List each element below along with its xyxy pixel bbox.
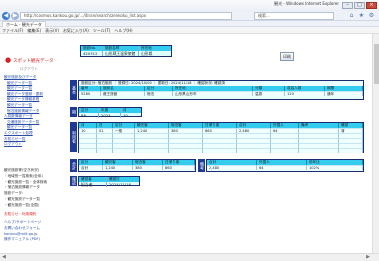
- sidebar-notice: お知らせ・利用規約: [4, 212, 60, 218]
- usage-cell[interactable]: [169, 148, 203, 153]
- usage-cell[interactable]: [135, 148, 169, 153]
- total-block-left: 区分 観光客 宿泊客 日帰り客 合計 1,240 380 860: [78, 159, 196, 172]
- page-content: ● スポット観光データ ログアウト 観光施設及びデータ 観光データ一覧 観光デー…: [0, 34, 372, 253]
- info-grid: 番号 施設名 区分 所在地 分類 収容人数 期間 5280 蔵王旅館 宿泊 山形…: [79, 86, 363, 96]
- table-side-label: 利用者: [70, 122, 77, 152]
- scroll-left-icon[interactable]: ◀: [2, 254, 6, 261]
- facility-header: 施設No. 施設名称 所在地 420312 山形蔵王温泉旅館 山形県: [80, 45, 172, 57]
- usage-cell[interactable]: [271, 148, 299, 153]
- notice-link[interactable]: お知らせ・利用規約: [4, 212, 60, 218]
- total-grid-right: 合計 外国人 前年比 2,480 64 102%: [207, 160, 363, 170]
- menu-help[interactable]: ヘルプ(H): [114, 27, 132, 33]
- sidebar-help: ヘルプ/サポートページ お問い合わせフォーム kankou@mlit.go.jp…: [4, 220, 60, 243]
- usage-cell[interactable]: [113, 148, 135, 153]
- info-side-label: 基本: [70, 80, 77, 100]
- home-icon[interactable]: ⌂: [348, 12, 355, 19]
- maximize-icon[interactable]: □: [354, 2, 365, 9]
- main-panel: 施設No. 施設名称 所在地 420312 山形蔵王温泉旅館 山形県 印刷 基本…: [62, 38, 370, 253]
- print-button[interactable]: 印刷: [280, 52, 294, 61]
- usage-cell[interactable]: [203, 148, 237, 153]
- star-icon[interactable]: ★: [358, 12, 365, 19]
- confirm-values: 担当者 2024/11/18: [81, 182, 131, 187]
- menu-favorites[interactable]: お気に入り(A): [63, 27, 89, 33]
- back-icon[interactable]: ◀: [2, 12, 10, 20]
- menu-tools[interactable]: ツール(T): [93, 27, 111, 33]
- sidebar: ● スポット観光データ ログアウト 観光施設及びデータ 観光データ一覧 観光デー…: [0, 34, 60, 253]
- scroll-thumb[interactable]: [374, 44, 379, 84]
- usage-cell[interactable]: [237, 148, 271, 153]
- menu-view[interactable]: 表示(V): [45, 27, 59, 33]
- usage-cell[interactable]: [299, 148, 339, 153]
- help-link[interactable]: 操作マニュアル (PDF): [4, 237, 60, 243]
- remarks-side-label: 備考: [198, 159, 205, 172]
- navigation-bar: ◀ ▶ http://cosmos.kankou.go.jp/.../itira…: [0, 11, 379, 21]
- vertical-scrollbar[interactable]: [372, 34, 379, 253]
- info-block: 施設区分: 宿泊施設 ｜ 登録日: 2024/10/05 ｜ 更新日: 2024…: [78, 80, 364, 100]
- gear-icon[interactable]: ⚙: [368, 12, 375, 19]
- logout-link[interactable]: ログアウト: [20, 67, 38, 72]
- menu-edit[interactable]: 編集(E): [27, 27, 41, 33]
- horizontal-scrollbar[interactable]: ◀ ▶: [0, 253, 379, 261]
- address-bar[interactable]: http://cosmos.kankou.go.jp/.../itiran/se…: [20, 12, 232, 20]
- period-values: R6 2024 10: [81, 113, 128, 118]
- minimize-icon[interactable]: –: [342, 2, 353, 9]
- sidebar-link[interactable]: ログアウト: [4, 142, 60, 148]
- usage-table: 月日区分 観光客 宿泊客 日帰り客 合計 外国人 備考 確認 10 01 一般 1,240 380 860…: [78, 122, 364, 153]
- menu-file[interactable]: ファイル(F): [2, 27, 23, 33]
- logo-icon: ●: [5, 56, 12, 64]
- logo-text: スポット観光データ: [13, 59, 54, 64]
- sidebar-group-status: 観光施設等(空き状況) ・地域別一覧検索(全体) ・観光施設一覧・全体検索 ・宿…: [4, 168, 60, 209]
- menu-bar: ファイル(F) 編集(E) 表示(V) お気に入り(A) ツール(T) ヘルプ(…: [0, 27, 379, 34]
- window-title: 観光 - Windows Internet Explorer: [274, 1, 339, 6]
- usage-cell[interactable]: [97, 148, 113, 153]
- confirm-block: 確認者 確認日 担当者 2024/11/18: [78, 176, 140, 187]
- browser-window: 観光 - Windows Internet Explorer – □ × ◀ ▶…: [0, 0, 379, 261]
- window-controls: – □ ×: [342, 2, 377, 9]
- search-input[interactable]: 検索...: [254, 12, 334, 20]
- total-grid-left: 区分 観光客 宿泊客 日帰り客 合計 1,240 380 860: [79, 160, 195, 170]
- toolbar-icons: ⌂ ★ ⚙: [348, 12, 375, 19]
- total-block-right: 合計 外国人 前年比 2,480 64 102%: [206, 159, 364, 172]
- close-icon[interactable]: ×: [366, 2, 377, 9]
- period-block: 区分 年度 月 R6 2024 10: [78, 107, 142, 118]
- confirm-side-label: 確認: [70, 176, 77, 186]
- period-side-label: 期: [70, 107, 77, 117]
- facility-header-values: 420312 山形蔵王温泉旅館 山形県: [83, 51, 153, 56]
- usage-grid: 月日区分 観光客 宿泊客 日帰り客 合計 外国人 備考 確認 10 01 一般 1,240 380 860…: [79, 123, 363, 153]
- forward-icon[interactable]: ▶: [11, 12, 19, 20]
- usage-cell[interactable]: [339, 148, 363, 153]
- usage-cell[interactable]: [79, 148, 97, 153]
- sidebar-logo[interactable]: ● スポット観光データ: [5, 54, 55, 66]
- total-side-label: 合計: [70, 159, 77, 172]
- sidebar-text[interactable]: ・観光施設一覧(全国): [4, 203, 60, 209]
- scroll-right-icon[interactable]: ▶: [366, 254, 370, 261]
- sidebar-links: 観光施設及びデータ 観光データ一覧 観光データ一覧 観光データ登録・更新 観光デ…: [4, 75, 60, 148]
